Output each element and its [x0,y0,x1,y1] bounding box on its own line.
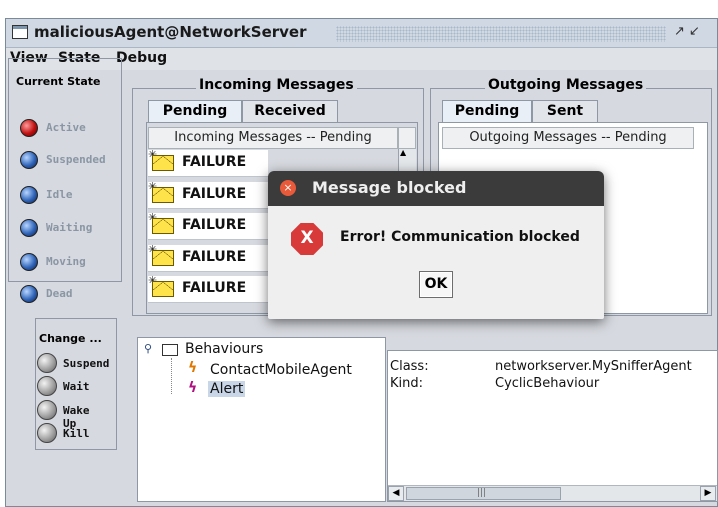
message-label: FAILURE [182,217,247,233]
message-label: FAILURE [182,280,247,296]
message-row[interactable]: ✳ FAILURE [148,180,268,209]
incoming-column-spacer [398,127,416,149]
message-row[interactable]: ✳ FAILURE [148,243,268,272]
tab-outgoing-sent[interactable]: Sent [532,100,598,122]
tab-outgoing-pending[interactable]: Pending [442,100,532,122]
grey-orb-icon [37,376,57,396]
error-icon: X [291,223,323,255]
scrollbar-thumb[interactable]: ||| [406,487,561,500]
title-bar-texture [336,26,666,42]
envelope-icon [152,187,174,203]
menu-debug[interactable]: Debug [116,50,167,66]
thumb-grip: ||| [477,488,487,498]
class-value: networkserver.MySnifferAgent [495,359,692,374]
state-label: Idle [46,188,73,201]
tab-incoming-received[interactable]: Received [242,100,338,122]
current-state-title: Current State [14,75,103,88]
tree-connector [171,358,172,394]
tree-item-alert[interactable]: Alert [208,381,246,397]
message-label: FAILURE [182,154,247,170]
message-label: FAILURE [182,186,247,202]
blue-orb-icon [20,186,38,204]
envelope-icon [152,218,174,234]
kind-value: CyclicBehaviour [495,376,600,391]
blue-orb-icon [20,219,38,237]
scroll-right-icon[interactable]: ▶ [700,486,716,501]
state-label: Waiting [46,221,93,234]
dialog-message: Error! Communication blocked [340,229,580,245]
window-title: maliciousAgent@NetworkServer [34,23,307,41]
title-bar[interactable]: maliciousAgent@NetworkServer ↗↙ [6,19,717,48]
envelope-icon [152,281,174,297]
state-label: Active [46,121,86,134]
state-label: Moving [46,255,86,268]
message-row[interactable]: ✳ FAILURE [148,211,268,240]
state-label: Suspended [46,153,106,166]
message-row[interactable]: ✳ FAILURE [148,274,268,303]
lightning-icon: ϟ [188,360,198,376]
tree-expand-icon[interactable]: ⚲ [144,342,152,355]
incoming-column-header[interactable]: Incoming Messages -- Pending [148,127,398,149]
kind-label: Kind: [390,376,424,391]
tree-root-label: Behaviours [185,341,264,357]
close-icon[interactable]: × [280,180,296,196]
change-label: Suspend [63,357,110,370]
state-label: Dead [46,287,73,300]
change-title: Change ... [39,332,102,345]
message-label: FAILURE [182,249,247,265]
class-label: Class: [390,359,429,374]
folder-icon [162,344,178,356]
window-icon [12,25,28,39]
ok-button[interactable]: OK [419,271,453,298]
lightning-icon: ϟ [188,380,198,396]
blue-orb-icon [20,285,38,303]
change-label: Wait [63,380,90,393]
tab-incoming-pending[interactable]: Pending [148,100,242,122]
message-row[interactable]: ✳ FAILURE [148,148,268,177]
change-label: Kill [63,427,90,440]
horizontal-scrollbar[interactable]: ◀ ||| ▶ [388,485,717,501]
grey-orb-icon [37,353,57,373]
current-state-panel [8,58,122,282]
tree-item-contactmobileagent[interactable]: ContactMobileAgent [210,362,352,378]
envelope-icon [152,155,174,171]
outgoing-column-header[interactable]: Outgoing Messages -- Pending [442,127,694,149]
red-orb-icon [20,119,38,137]
scroll-up-arrow-icon[interactable]: ▲ [400,148,412,158]
properties-panel: Class: networkserver.MySnifferAgent Kind… [387,350,718,502]
blue-orb-icon [20,151,38,169]
grey-orb-icon [37,423,57,443]
message-blocked-dialog: × Message blocked X Error! Communication… [268,171,604,319]
blue-orb-icon [20,253,38,271]
incoming-messages-title: Incoming Messages [196,77,357,93]
outgoing-messages-title: Outgoing Messages [485,77,647,93]
dialog-title: Message blocked [312,178,467,197]
grey-orb-icon [37,400,57,420]
dialog-title-bar[interactable]: × Message blocked [268,171,604,206]
scroll-left-icon[interactable]: ◀ [388,486,404,501]
envelope-icon [152,250,174,266]
behaviours-tree[interactable]: ⚲ Behaviours ϟ ContactMobileAgent ϟ Aler… [137,337,386,502]
window-controls[interactable]: ↗↙ [674,24,704,39]
